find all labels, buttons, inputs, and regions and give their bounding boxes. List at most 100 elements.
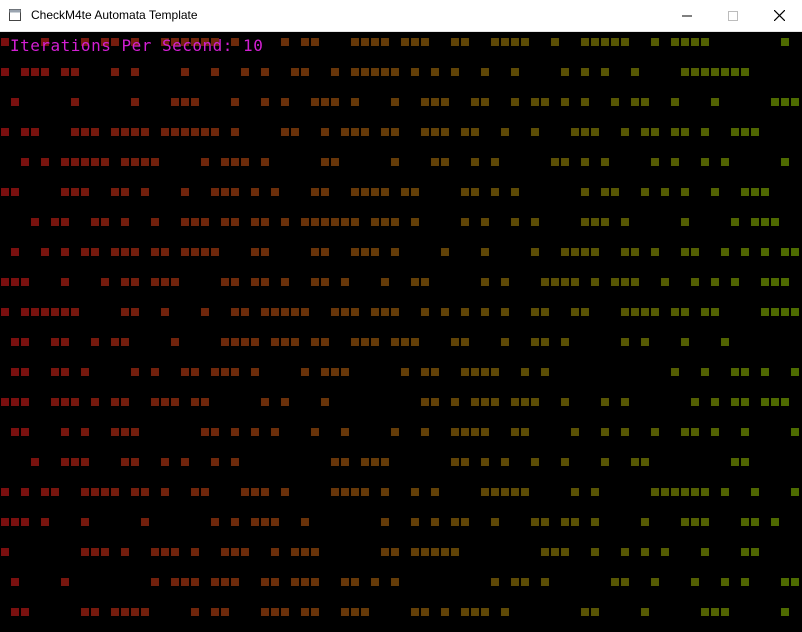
live-cell (51, 368, 59, 376)
cell-grid (1, 38, 799, 616)
live-cell (621, 578, 629, 586)
live-cell (201, 428, 209, 436)
live-cell (431, 368, 439, 376)
live-cell (721, 608, 729, 616)
live-cell (591, 218, 599, 226)
live-cell (301, 368, 309, 376)
live-cell (11, 98, 19, 106)
live-cell (261, 98, 269, 106)
live-cell (11, 608, 19, 616)
live-cell (671, 308, 679, 316)
live-cell (21, 608, 29, 616)
live-cell (101, 278, 109, 286)
live-cell (371, 338, 379, 346)
live-cell (381, 308, 389, 316)
live-cell (391, 248, 399, 256)
live-cell (521, 488, 529, 496)
live-cell (191, 608, 199, 616)
live-cell (771, 308, 779, 316)
live-cell (421, 278, 429, 286)
live-cell (321, 338, 329, 346)
live-cell (21, 338, 29, 346)
automata-canvas[interactable]: Iterations Per Second: 10 (0, 32, 802, 632)
live-cell (481, 308, 489, 316)
live-cell (131, 158, 139, 166)
live-cell (581, 68, 589, 76)
live-cell (41, 518, 49, 526)
live-cell (351, 338, 359, 346)
live-cell (641, 128, 649, 136)
live-cell (321, 248, 329, 256)
live-cell (561, 158, 569, 166)
live-cell (641, 548, 649, 556)
maximize-button[interactable] (710, 0, 756, 31)
live-cell (461, 458, 469, 466)
live-cell (281, 128, 289, 136)
live-cell (781, 248, 789, 256)
live-cell (181, 248, 189, 256)
live-cell (301, 578, 309, 586)
live-cell (371, 308, 379, 316)
live-cell (61, 458, 69, 466)
live-cell (151, 158, 159, 166)
live-cell (531, 518, 539, 526)
live-cell (291, 578, 299, 586)
live-cell (481, 428, 489, 436)
live-cell (201, 158, 209, 166)
live-cell (261, 68, 269, 76)
close-button[interactable] (756, 0, 802, 31)
live-cell (541, 368, 549, 376)
live-cell (61, 218, 69, 226)
live-cell (351, 128, 359, 136)
live-cell (561, 458, 569, 466)
live-cell (791, 578, 799, 586)
live-cell (411, 68, 419, 76)
live-cell (351, 248, 359, 256)
live-cell (461, 338, 469, 346)
title-bar[interactable]: CheckM4te Automata Template (0, 0, 802, 32)
live-cell (711, 68, 719, 76)
live-cell (71, 308, 79, 316)
live-cell (201, 128, 209, 136)
live-cell (401, 338, 409, 346)
live-cell (131, 428, 139, 436)
minimize-button[interactable] (664, 0, 710, 31)
live-cell (331, 68, 339, 76)
live-cell (711, 98, 719, 106)
live-cell (321, 278, 329, 286)
live-cell (671, 38, 679, 46)
live-cell (471, 188, 479, 196)
live-cell (201, 248, 209, 256)
live-cell (671, 368, 679, 376)
live-cell (391, 578, 399, 586)
live-cell (121, 428, 129, 436)
live-cell (701, 158, 709, 166)
live-cell (231, 158, 239, 166)
live-cell (81, 158, 89, 166)
live-cell (101, 158, 109, 166)
live-cell (121, 608, 129, 616)
live-cell (741, 578, 749, 586)
live-cell (121, 548, 129, 556)
live-cell (81, 518, 89, 526)
live-cell (421, 548, 429, 556)
live-cell (311, 98, 319, 106)
live-cell (711, 188, 719, 196)
live-cell (41, 158, 49, 166)
live-cell (201, 308, 209, 316)
live-cell (501, 488, 509, 496)
live-cell (781, 398, 789, 406)
live-cell (61, 578, 69, 586)
live-cell (281, 218, 289, 226)
live-cell (421, 308, 429, 316)
live-cell (521, 368, 529, 376)
live-cell (131, 368, 139, 376)
live-cell (11, 368, 19, 376)
live-cell (581, 188, 589, 196)
live-cell (721, 248, 729, 256)
live-cell (271, 578, 279, 586)
live-cell (251, 428, 259, 436)
live-cell (221, 278, 229, 286)
live-cell (621, 128, 629, 136)
live-cell (291, 68, 299, 76)
